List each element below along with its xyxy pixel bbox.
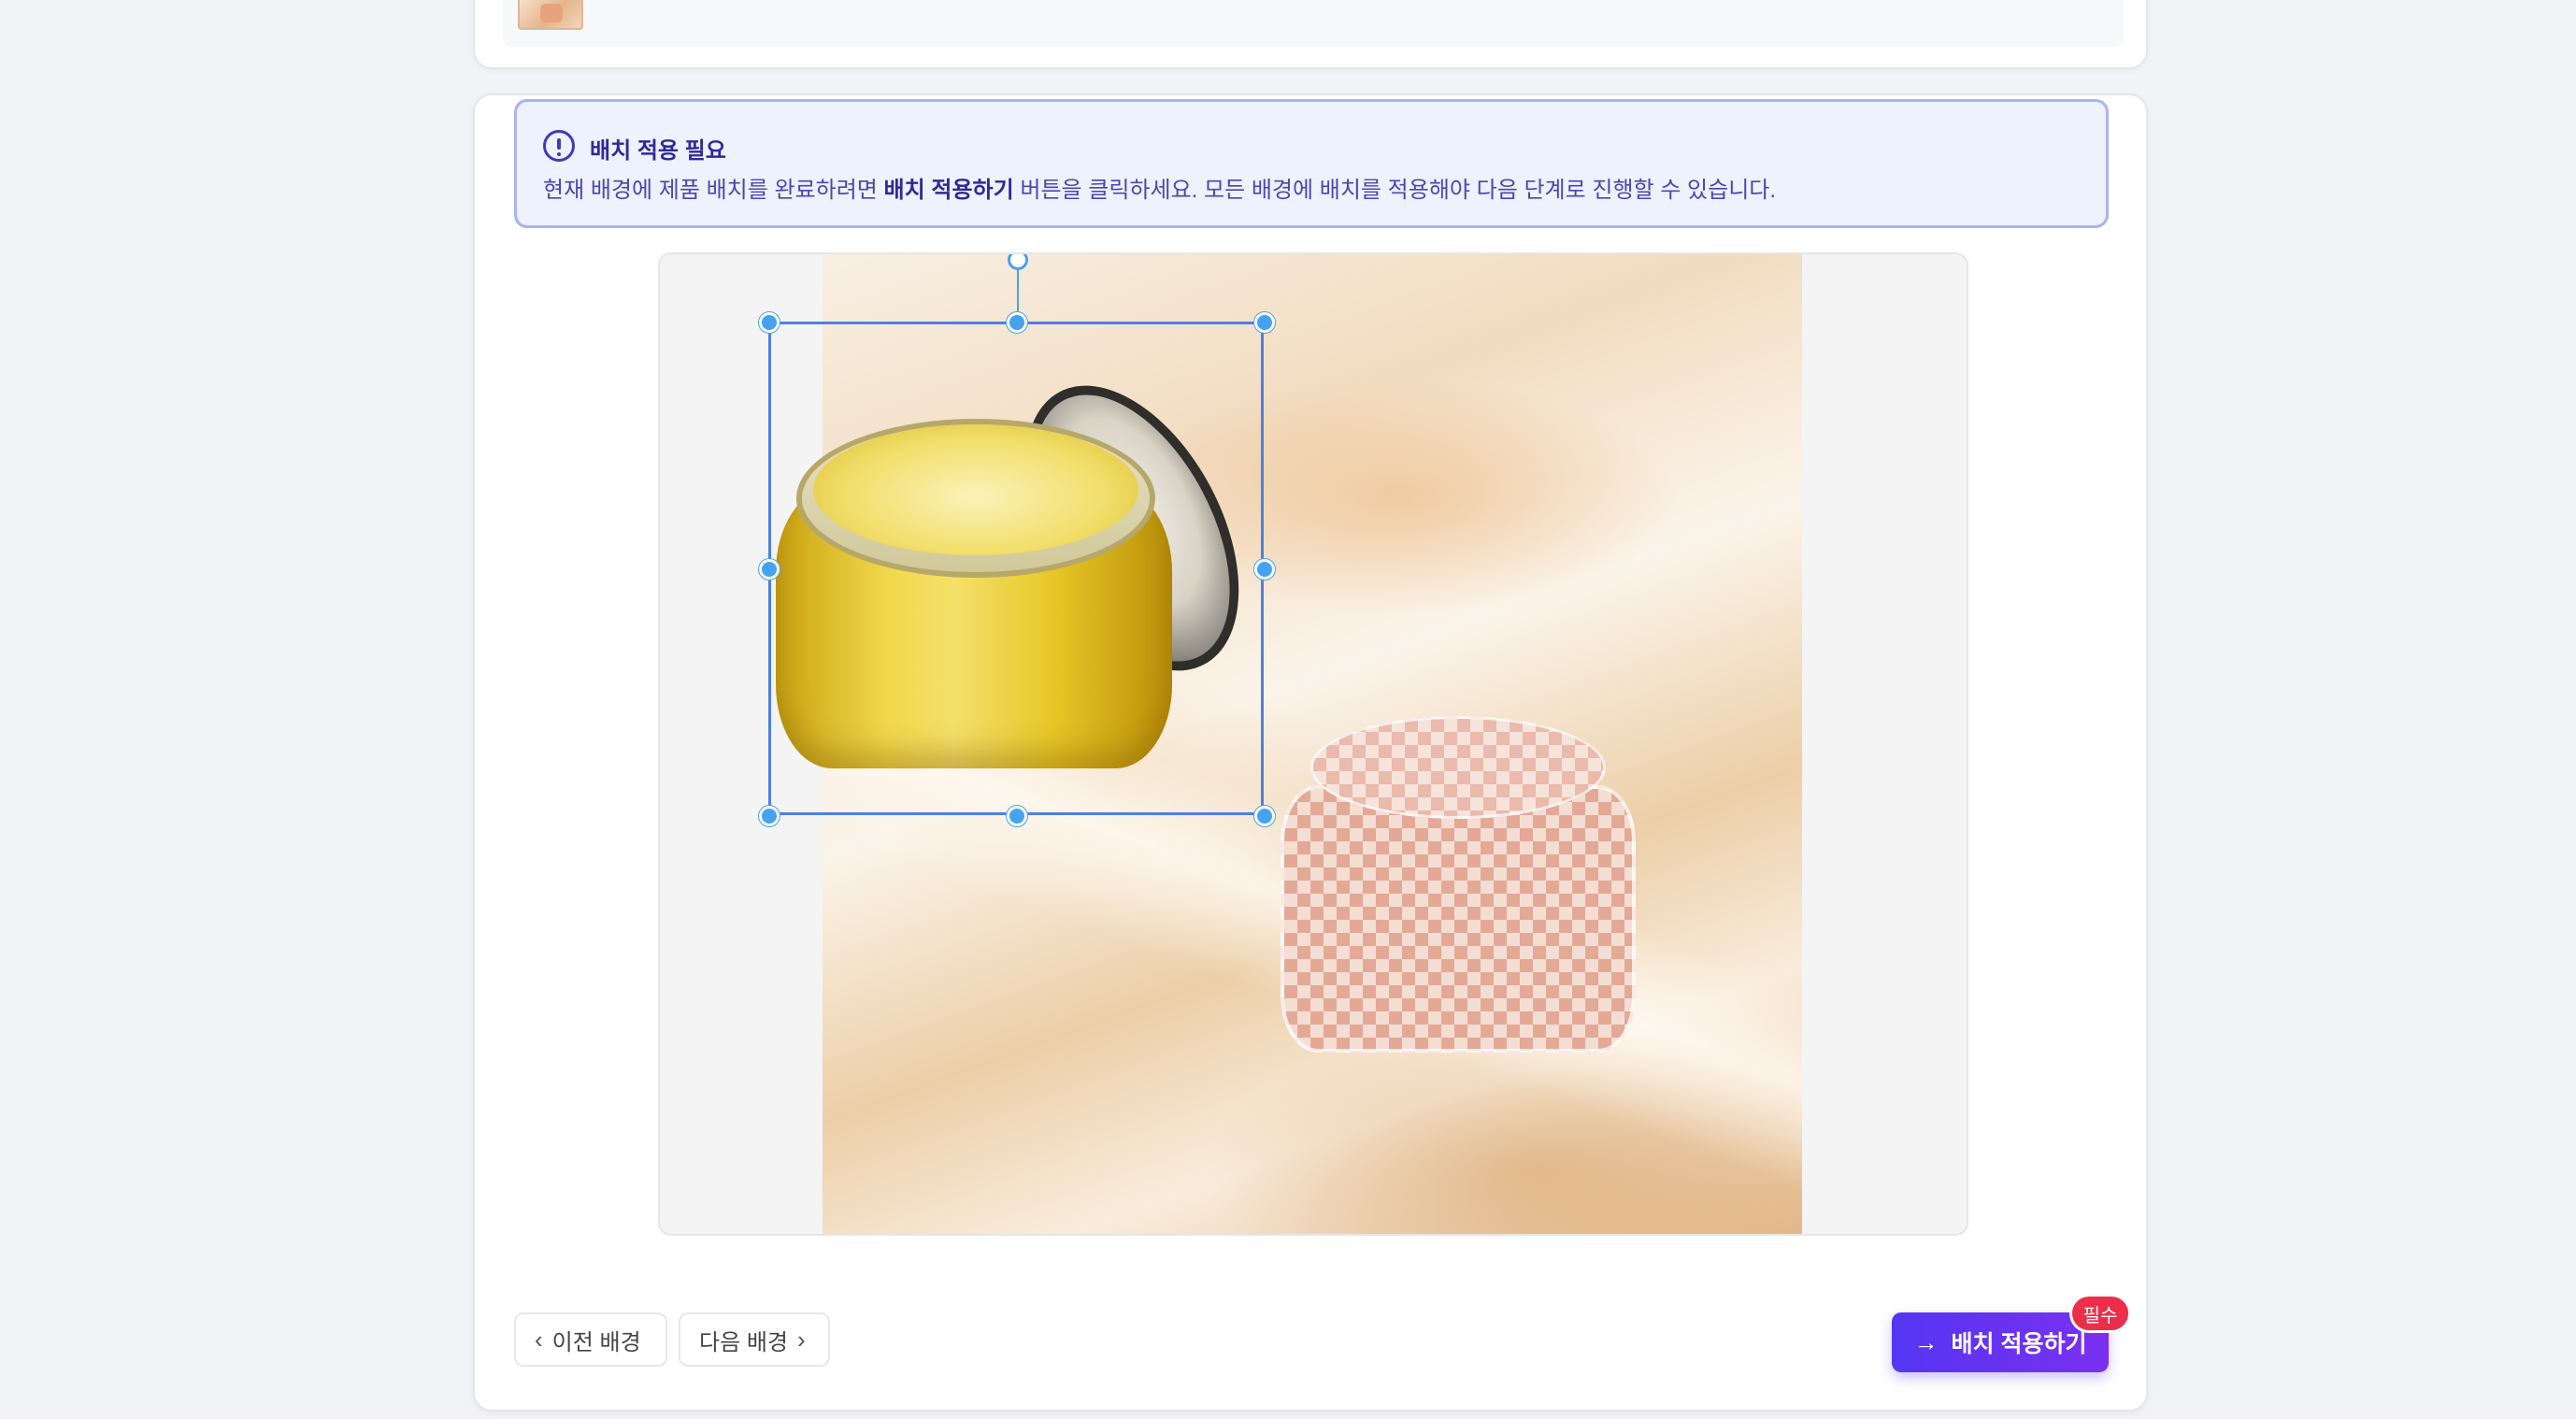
- alert-message-bold: 배치 적용하기: [883, 178, 1014, 203]
- background-thumbnail-strip: [503, 0, 2124, 47]
- placeholder-jar-body: [1281, 785, 1636, 1053]
- chevron-right-icon: ›: [797, 1325, 806, 1354]
- resize-handle-left[interactable]: [759, 559, 780, 580]
- alert-message-pre: 현재 배경에 제품 배치를 완료하려면: [543, 178, 884, 203]
- previous-section-card: [473, 0, 2148, 69]
- resize-handle-bottom-right[interactable]: [1254, 806, 1275, 826]
- resize-handle-top-left[interactable]: [759, 312, 780, 333]
- alert-circle-icon: [543, 130, 575, 162]
- resize-handle-right[interactable]: [1254, 559, 1275, 580]
- next-background-button[interactable]: 다음 배경 ›: [679, 1312, 830, 1367]
- alert-title: 배치 적용 필요: [590, 138, 726, 164]
- placement-canvas[interactable]: [658, 252, 1968, 1236]
- chevron-left-icon: ‹: [535, 1325, 543, 1354]
- arrow-right-icon: →: [1913, 1327, 1939, 1356]
- alert-message: 현재 배경에 제품 배치를 완료하려면 배치 적용하기 버튼을 클릭하세요. 모…: [543, 171, 1776, 204]
- resize-handle-bottom[interactable]: [1007, 806, 1027, 826]
- previous-background-label: 이전 배경: [551, 1329, 641, 1355]
- resize-handle-top-right[interactable]: [1254, 312, 1275, 333]
- previous-background-button[interactable]: ‹ 이전 배경: [514, 1312, 667, 1367]
- resize-handle-bottom-left[interactable]: [759, 806, 780, 826]
- placeholder-jar-top: [1310, 716, 1606, 819]
- required-badge: 필수: [2069, 1294, 2131, 1333]
- apply-placement-label: 배치 적용하기: [1951, 1331, 2087, 1357]
- thumbnail-jar-image: [540, 4, 563, 22]
- placement-required-alert: 배치 적용 필요 현재 배경에 제품 배치를 완료하려면 배치 적용하기 버튼을…: [514, 99, 2109, 228]
- placement-editor-card: 배치 적용 필요 현재 배경에 제품 배치를 완료하려면 배치 적용하기 버튼을…: [473, 93, 2148, 1412]
- background-thumbnail[interactable]: [518, 0, 583, 30]
- resize-handle-top[interactable]: [1007, 312, 1027, 333]
- alert-message-post: 버튼을 클릭하세요. 모든 배경에 배치를 적용해야 다음 단계로 진행할 수 …: [1013, 178, 1777, 203]
- next-background-label: 다음 배경: [699, 1329, 788, 1355]
- original-product-placeholder: [1281, 716, 1636, 1053]
- transform-selection-box[interactable]: [759, 254, 1275, 826]
